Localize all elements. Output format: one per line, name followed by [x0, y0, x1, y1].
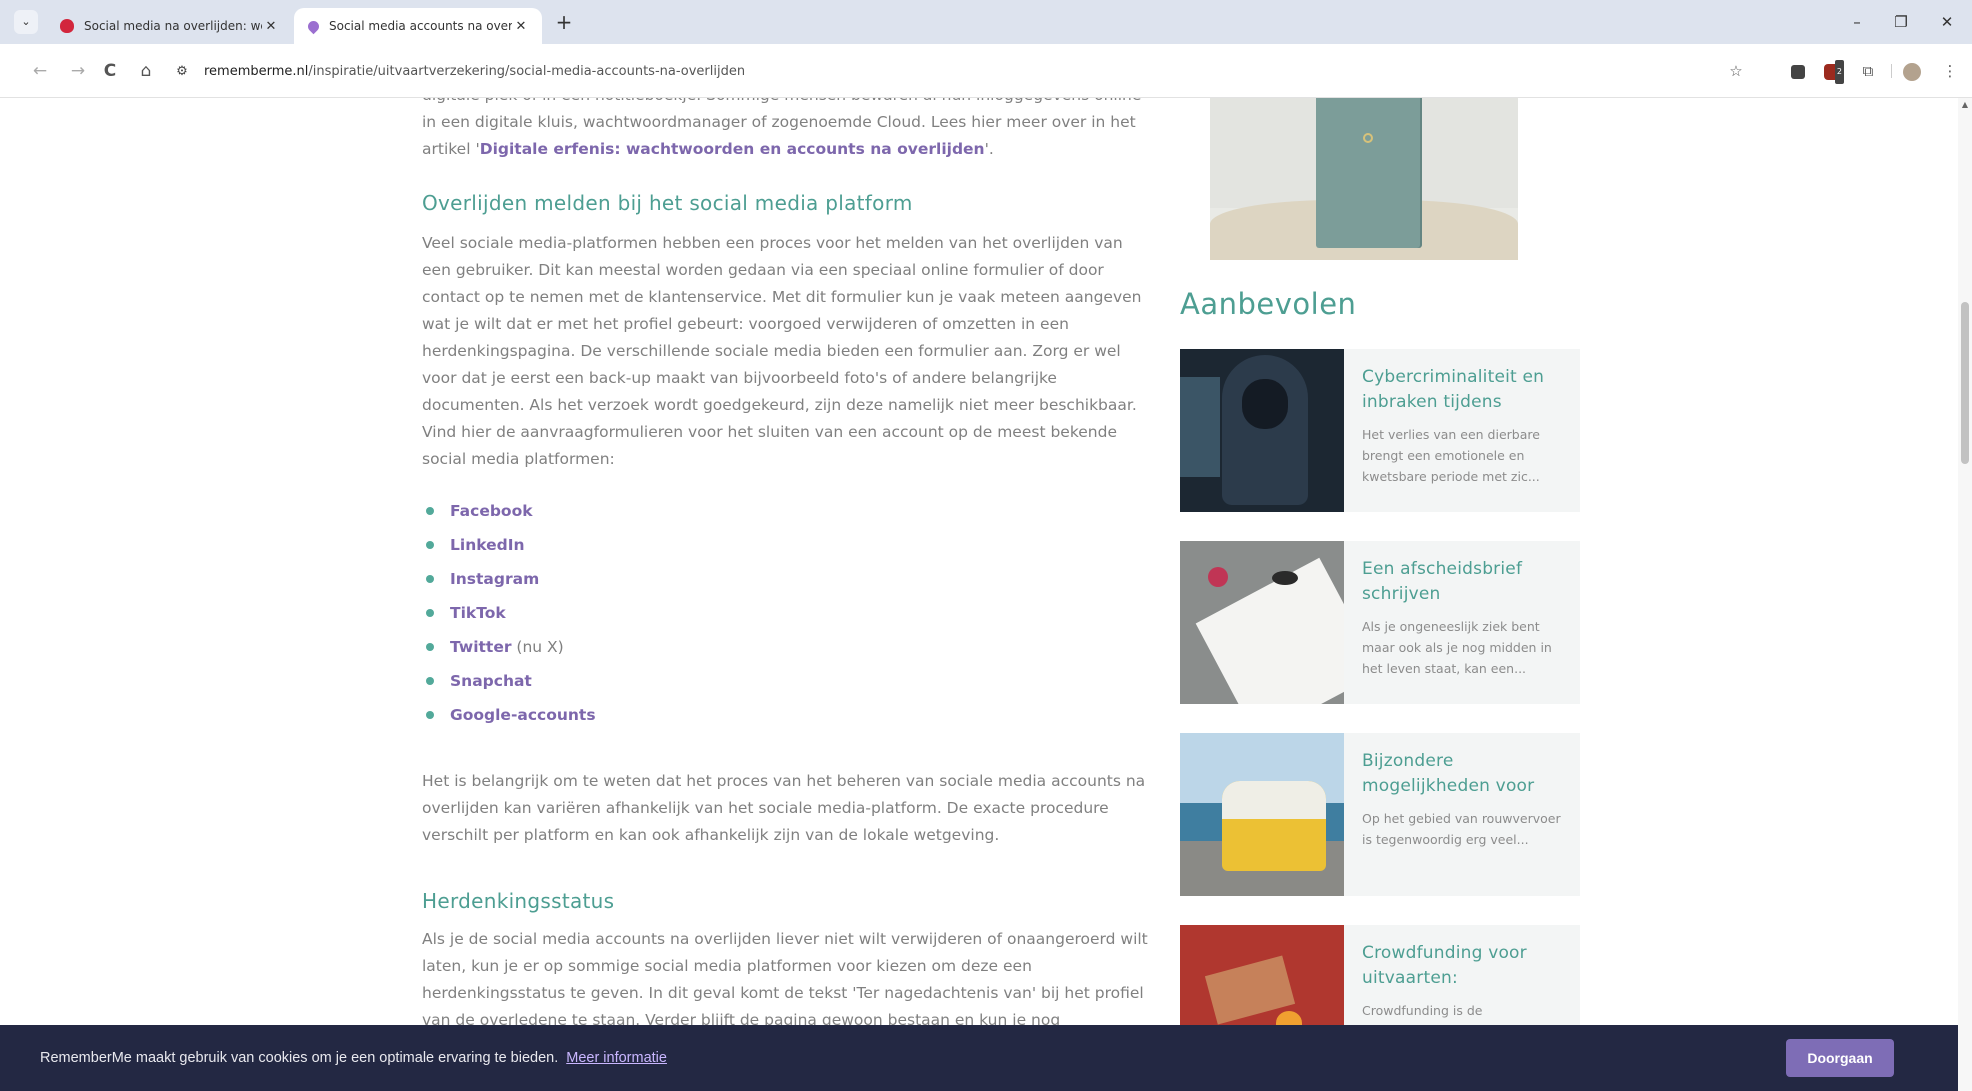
thumb-flower — [1208, 567, 1228, 587]
site-info-icon[interactable]: ⚙ — [170, 64, 194, 79]
bookmark-star-icon[interactable]: ☆ — [1724, 59, 1748, 83]
section-heading-overlijden-melden: Overlijden melden bij het social media p… — [422, 191, 913, 215]
minimize-button[interactable]: – — [1842, 10, 1872, 34]
profile-avatar-image — [1903, 62, 1921, 81]
lips-favicon-icon — [60, 19, 74, 33]
home-icon[interactable]: ⌂ — [134, 59, 158, 83]
extension-badge-glyph: 2 — [1824, 59, 1844, 84]
card-thumbnail[interactable] — [1180, 733, 1344, 896]
card-thumbnail[interactable] — [1180, 349, 1344, 512]
cookie-accept-button[interactable]: Doorgaan — [1786, 1039, 1894, 1077]
instagram-link[interactable]: Instagram — [450, 570, 539, 588]
card-title[interactable]: Een afscheidsbrief schrijven — [1362, 557, 1564, 607]
url-host: rememberme.nl — [204, 63, 309, 79]
card-body: Cybercriminaliteit en inbraken tijdens H… — [1344, 349, 1580, 512]
thumb-monitor — [1180, 377, 1220, 477]
card-excerpt: Als je ongeneeslijk ziek bent maar ook a… — [1362, 619, 1552, 676]
book-image — [1210, 98, 1518, 260]
url-text: rememberme.nl/inspiratie/uitvaartverzeke… — [204, 64, 745, 79]
profile-avatar[interactable] — [1900, 59, 1924, 83]
extension-square-glyph — [1791, 64, 1805, 79]
platform-link-list: Facebook LinkedIn Instagram TikTok Twitt… — [422, 494, 1148, 732]
card-title[interactable]: Bijzondere mogelijkheden voor — [1362, 749, 1564, 799]
section-overlijden-melden-outro: Het is belangrijk om te weten dat het pr… — [422, 772, 1146, 844]
drop-favicon-icon — [305, 18, 322, 34]
page-viewport: digitale plek of in een notitieboekje. S… — [0, 98, 1958, 1091]
card-body: Bijzondere mogelijkheden voor Op het geb… — [1344, 733, 1580, 896]
cookie-banner: RememberMe maakt gebruik van cookies om … — [0, 1025, 1958, 1091]
aanbevolen-heading: Aanbevolen — [1180, 287, 1357, 321]
card-excerpt: Crowdfunding is de — [1362, 1003, 1483, 1018]
list-item: TikTok — [422, 596, 1148, 630]
cookie-more-info-link[interactable]: Meer informatie — [566, 1050, 667, 1066]
list-item: Facebook — [422, 494, 1148, 528]
card-title[interactable]: Crowdfunding voor uitvaarten: — [1362, 941, 1564, 991]
extension-square-icon[interactable] — [1786, 59, 1810, 83]
article-content: digitale plek of in een notitieboekje. S… — [422, 98, 1148, 1034]
list-item: Instagram — [422, 562, 1148, 596]
card-thumbnail[interactable] — [1180, 541, 1344, 704]
digitale-erfenis-link[interactable]: Digitale erfenis: wachtwoorden en accoun… — [480, 140, 985, 158]
extension-badge-count: 2 — [1834, 59, 1844, 84]
section-heading-herdenkingsstatus: Herdenkingsstatus — [422, 889, 615, 913]
twitter-note: (nu X) — [511, 638, 564, 656]
extension-badge-icon[interactable]: 2 — [1820, 59, 1844, 84]
card-excerpt: Het verlies van een dierbare brengt een … — [1362, 427, 1540, 484]
window-close-button[interactable]: ✕ — [1932, 10, 1962, 34]
snapchat-link[interactable]: Snapchat — [450, 672, 532, 690]
intro-paragraph: digitale plek of in een notitieboekje. S… — [422, 98, 1148, 163]
thumb-face-shadow — [1242, 379, 1288, 429]
close-tab-icon[interactable]: ✕ — [512, 19, 530, 34]
restore-button[interactable]: ❐ — [1886, 10, 1916, 34]
tab-social-media-accounts[interactable]: Social media accounts na overl ✕ — [294, 8, 542, 44]
toolbar-divider — [1891, 64, 1892, 78]
book-logo-icon — [1363, 133, 1373, 143]
url-path: /inspiratie/uitvaartverzekering/social-m… — [308, 63, 746, 79]
browser-toolbar: ← → C ⌂ ⚙ rememberme.nl/inspiratie/uitva… — [0, 44, 1972, 98]
tab-strip: ⌄ Social media na overlijden: wel ✕ Soci… — [0, 0, 1972, 44]
list-item: Snapchat — [422, 664, 1148, 698]
more-menu-icon[interactable]: ⋮ — [1938, 59, 1962, 83]
forward-arrow-icon[interactable]: → — [66, 59, 90, 83]
recommended-card-cybercriminaliteit[interactable]: Cybercriminaliteit en inbraken tijdens H… — [1180, 349, 1580, 512]
scroll-up-arrow-icon[interactable]: ▲ — [1958, 100, 1972, 109]
facebook-link[interactable]: Facebook — [450, 502, 533, 520]
section-herdenkingsstatus-body: Als je de social media accounts na overl… — [422, 930, 1148, 1029]
linkedin-link[interactable]: LinkedIn — [450, 536, 525, 554]
recommended-card-afscheidsbrief[interactable]: Een afscheidsbrief schrijven Als je onge… — [1180, 541, 1580, 704]
tab-title: Social media accounts na overl — [329, 19, 512, 33]
close-tab-icon[interactable]: ✕ — [262, 19, 280, 34]
thumb-glasses — [1272, 571, 1298, 585]
page-scrollbar[interactable]: ▲ — [1958, 98, 1972, 1091]
section-overlijden-melden-body: Veel sociale media-platformen hebben een… — [422, 234, 1142, 468]
card-excerpt: Op het gebied van rouwvervoer is tegenwo… — [1362, 811, 1561, 847]
tab-social-media-na-overlijden[interactable]: Social media na overlijden: wel ✕ — [48, 8, 292, 44]
tab-title: Social media na overlijden: wel — [84, 19, 262, 33]
tiktok-link[interactable]: TikTok — [450, 604, 506, 622]
extensions-puzzle-icon[interactable]: ⧉ — [1856, 59, 1880, 83]
new-tab-button[interactable]: + — [552, 11, 576, 35]
card-body: Een afscheidsbrief schrijven Als je onge… — [1344, 541, 1580, 704]
tab-search-button[interactable]: ⌄ — [14, 10, 38, 34]
scrollbar-thumb[interactable] — [1961, 302, 1969, 464]
list-item: Twitter (nu X) — [422, 630, 1148, 664]
google-accounts-link[interactable]: Google-accounts — [450, 706, 596, 724]
list-item: Google-accounts — [422, 698, 1148, 732]
intro-suffix: '. — [984, 140, 994, 158]
thumb-hooded-figure — [1222, 355, 1308, 505]
reload-icon[interactable]: C — [98, 59, 122, 83]
twitter-link[interactable]: Twitter — [450, 638, 511, 656]
cookie-message: RememberMe maakt gebruik van cookies om … — [40, 1050, 559, 1066]
back-arrow-icon[interactable]: ← — [28, 59, 52, 83]
image-book — [1316, 98, 1420, 248]
card-title[interactable]: Cybercriminaliteit en inbraken tijdens — [1362, 365, 1564, 415]
list-item: LinkedIn — [422, 528, 1148, 562]
address-bar[interactable]: ⚙ rememberme.nl/inspiratie/uitvaartverze… — [170, 52, 1730, 90]
thumb-van-top — [1222, 781, 1326, 819]
recommended-card-bijzondere-mogelijkheden[interactable]: Bijzondere mogelijkheden voor Op het geb… — [1180, 733, 1580, 896]
